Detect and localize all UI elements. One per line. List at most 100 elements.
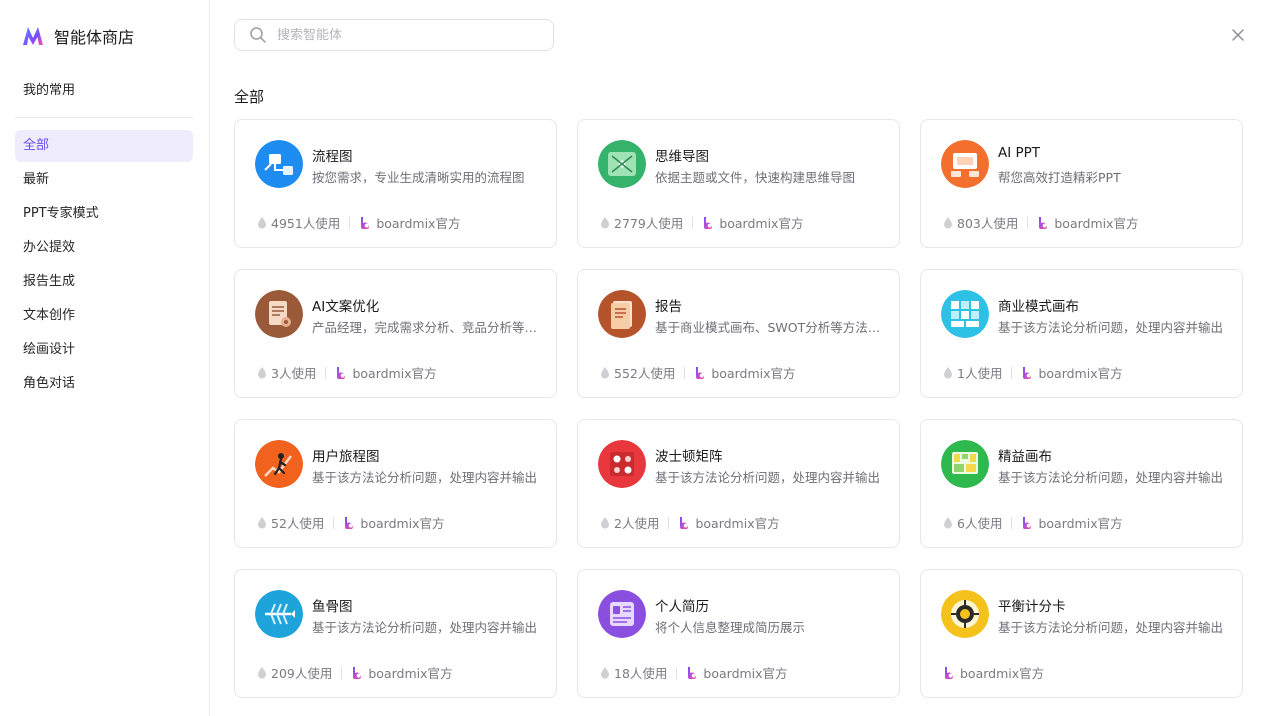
usage-drop-icon — [601, 667, 609, 679]
search-icon — [250, 27, 266, 43]
agent-card-business-canvas[interactable]: 商业模式画布 基于该方法论分析问题，处理内容并输出 1人使用 boardmix官方 — [920, 269, 1243, 398]
card-meta: 2779人使用 boardmix官方 — [600, 213, 803, 232]
card-meta: 552人使用 boardmix官方 — [600, 363, 796, 382]
copywriting-icon — [255, 290, 303, 338]
agent-card-lean-canvas[interactable]: 精益画布 基于该方法论分析问题，处理内容并输出 6人使用 boardmix官方 — [920, 419, 1243, 548]
card-description: 产品经理，完成需求分析、竞品分析等工作 — [312, 320, 540, 335]
agent-card-report[interactable]: 报告基于商业模式画布、SWOT分析等方法生成报告 552人使用 boardmix官方 — [577, 269, 900, 398]
meta-divider — [1011, 516, 1013, 529]
meta-divider — [349, 216, 351, 229]
card-title: 用户旅程图 — [312, 449, 380, 465]
sidebar-item-design[interactable]: 绘画设计 — [15, 334, 193, 366]
agent-card-bcg-matrix[interactable]: 波士顿矩阵基于该方法论分析问题，处理内容并输出 2人使用 boardmix官方 — [577, 419, 900, 548]
card-author: boardmix官方 — [719, 216, 804, 231]
card-title: 流程图 — [312, 149, 353, 165]
usage-count: 4951人使用 — [271, 216, 341, 231]
card-author: boardmix官方 — [703, 666, 788, 681]
card-description: 依据主题或文件，快速构建思维导图 — [655, 170, 856, 185]
meta-divider — [325, 366, 327, 379]
search-input[interactable] — [277, 27, 527, 43]
sidebar-item-latest[interactable]: 最新 — [15, 164, 193, 196]
card-description: 基于该方法论分析问题，处理内容并输出 — [998, 320, 1224, 335]
card-title: 波士顿矩阵 — [655, 449, 723, 465]
card-meta: 209人使用 boardmix官方 — [257, 663, 453, 682]
section-title: 全部 — [234, 88, 265, 106]
agent-card-flowchart[interactable]: 流程图按您需求，专业生成清晰实用的流程图 4951人使用 boardmix官方 — [234, 119, 557, 248]
card-meta: 52人使用 boardmix官方 — [257, 513, 445, 532]
ppt-icon — [941, 140, 989, 188]
card-author: boardmix官方 — [1038, 366, 1123, 381]
card-title: 个人简历 — [655, 599, 709, 615]
agent-card-ppt[interactable]: AI PPT 帮您高效打造精彩PPT 803人使用 boardmix官方 — [920, 119, 1243, 248]
balanced-scorecard-icon — [941, 590, 989, 638]
agent-card-copywriting[interactable]: AI文案优化产品经理，完成需求分析、竞品分析等工作 3人使用 boardmix官方 — [234, 269, 557, 398]
meta-divider — [668, 516, 670, 529]
card-description: 按您需求，专业生成清晰实用的流程图 — [312, 170, 525, 185]
usage-count: 2779人使用 — [614, 216, 684, 231]
sidebar-item-writing[interactable]: 文本创作 — [15, 300, 193, 332]
boardmix-logo-icon — [945, 667, 953, 679]
card-author: boardmix官方 — [368, 666, 453, 681]
usage-drop-icon — [258, 667, 266, 679]
card-author: boardmix官方 — [960, 666, 1045, 681]
card-author: boardmix官方 — [1038, 516, 1123, 531]
app-title: 智能体商店 — [54, 28, 135, 47]
boardmix-logo-icon — [353, 667, 362, 679]
sidebar-item-office[interactable]: 办公提效 — [15, 232, 193, 264]
card-description: 基于该方法论分析问题，处理内容并输出 — [655, 470, 881, 485]
sidebar: 智能体商店 我的常用 全部 最新 PPT专家模式 办公提效 报告生成 文本创作 … — [0, 0, 210, 716]
card-author: boardmix官方 — [1054, 216, 1139, 231]
business-canvas-icon — [941, 290, 989, 338]
card-meta: 18人使用 boardmix官方 — [600, 663, 788, 682]
agent-card-resume[interactable]: 个人简历将个人信息整理成简历展示 18人使用 boardmix官方 — [577, 569, 900, 698]
card-title: 报告 — [655, 299, 682, 315]
agent-card-mindmap[interactable]: 思维导图依据主题或文件，快速构建思维导图 2779人使用 boardmix官方 — [577, 119, 900, 248]
close-icon[interactable] — [1228, 25, 1248, 45]
favorites-link[interactable]: 我的常用 — [23, 79, 75, 98]
fishbone-icon — [255, 590, 303, 638]
usage-drop-icon — [944, 217, 952, 229]
sidebar-item-all[interactable]: 全部 — [15, 130, 193, 162]
mindmap-icon — [598, 140, 646, 188]
card-author: boardmix官方 — [695, 516, 780, 531]
usage-drop-icon — [258, 217, 266, 229]
card-meta: boardmix官方 — [943, 663, 1044, 682]
search-box[interactable] — [234, 19, 554, 51]
usage-count: 1人使用 — [957, 366, 1003, 381]
boardmix-logo-icon — [688, 667, 697, 679]
usage-count: 52人使用 — [271, 516, 325, 531]
card-description: 将个人信息整理成简历展示 — [655, 620, 806, 635]
sidebar-item-report[interactable]: 报告生成 — [15, 266, 193, 298]
card-title: 思维导图 — [655, 149, 709, 165]
agent-card-balanced-scorecard[interactable]: 平衡计分卡 基于该方法论分析问题，处理内容并输出 boardmix官方 — [920, 569, 1243, 698]
agent-card-fishbone[interactable]: 鱼骨图 基于该方法论分析问题，处理内容并输出 209人使用 boardmix官方 — [234, 569, 557, 698]
meta-divider — [676, 666, 678, 679]
agent-card-user-journey[interactable]: 用户旅程图基于该方法论分析问题，处理内容并输出 52人使用 boardmix官方 — [234, 419, 557, 548]
brand-logo-icon — [23, 27, 43, 45]
card-author: boardmix官方 — [711, 366, 796, 381]
card-meta: 3人使用 boardmix官方 — [257, 363, 437, 382]
card-title: AI文案优化 — [312, 299, 380, 315]
card-description: 基于该方法论分析问题，处理内容并输出 — [312, 620, 538, 635]
agent-grid: 流程图 按您需求，专业生成清晰实用的流程图 4951人使用 boardmix官方 思维导… — [234, 119, 1243, 698]
boardmix-logo-icon — [1023, 367, 1032, 379]
card-author: boardmix官方 — [352, 366, 437, 381]
usage-count: 18人使用 — [614, 666, 668, 681]
card-author: boardmix官方 — [376, 216, 461, 231]
meta-divider — [684, 366, 686, 379]
meta-divider — [333, 516, 335, 529]
meta-divider — [692, 216, 694, 229]
usage-drop-icon — [944, 367, 952, 379]
sidebar-item-ppt-expert[interactable]: PPT专家模式 — [15, 198, 193, 230]
sidebar-item-roleplay[interactable]: 角色对话 — [15, 368, 193, 400]
boardmix-logo-icon — [704, 217, 713, 229]
card-meta: 6人使用 boardmix官方 — [943, 513, 1123, 532]
brand: 智能体商店 — [22, 24, 134, 48]
meta-divider — [1027, 216, 1029, 229]
card-meta: 2人使用 boardmix官方 — [600, 513, 780, 532]
sidebar-divider — [15, 117, 193, 118]
category-nav: 全部 最新 PPT专家模式 办公提效 报告生成 文本创作 绘画设计 角色对话 — [15, 130, 193, 402]
usage-drop-icon — [258, 367, 266, 379]
boardmix-logo-icon — [361, 217, 370, 229]
card-description: 基于该方法论分析问题，处理内容并输出 — [312, 470, 538, 485]
